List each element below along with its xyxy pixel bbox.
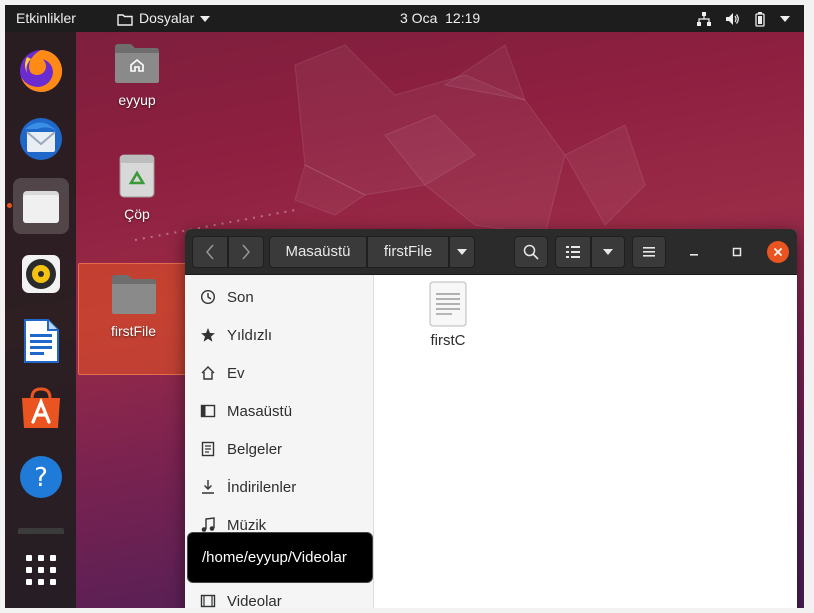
app-menu-label: Dosyalar bbox=[139, 10, 195, 26]
chevron-left-icon bbox=[206, 244, 214, 260]
desktop-icon bbox=[199, 402, 217, 420]
desktop-screen: Etkinlikler Dosyalar 3 Oca 12:19 ? eyyup… bbox=[5, 5, 804, 608]
sidebar-item-label: Ev bbox=[227, 364, 245, 382]
text-file-icon bbox=[429, 281, 467, 327]
search-icon bbox=[523, 244, 539, 260]
hamburger-menu-icon bbox=[643, 247, 655, 257]
app-grid-icon bbox=[26, 555, 56, 585]
sidebar-item-label: Yıldızlı bbox=[227, 326, 273, 344]
view-options-button[interactable] bbox=[591, 236, 625, 268]
chevron-down-icon bbox=[457, 249, 467, 255]
sidebar-item-documents[interactable]: Belgeler bbox=[185, 430, 374, 468]
maximize-icon bbox=[732, 247, 742, 257]
desktop-home-folder[interactable]: eyyup bbox=[101, 41, 173, 108]
svg-text:?: ? bbox=[34, 463, 48, 493]
path-segment-current[interactable]: firstFile bbox=[367, 236, 449, 268]
app-menu-button[interactable]: Dosyalar bbox=[117, 5, 211, 32]
network-icon bbox=[697, 11, 711, 26]
minimize-icon bbox=[690, 254, 698, 256]
activities-button[interactable]: Etkinlikler bbox=[16, 5, 76, 32]
sidebar-item-label: Son bbox=[227, 288, 254, 306]
search-button[interactable] bbox=[514, 236, 548, 268]
chevron-down-icon bbox=[780, 15, 790, 22]
document-writer-icon bbox=[24, 319, 59, 363]
home-icon bbox=[199, 364, 217, 382]
path-tooltip: /home/eyyup/Videolar bbox=[187, 532, 373, 583]
view-list-button[interactable] bbox=[555, 236, 591, 268]
dock-help[interactable]: ? bbox=[13, 449, 69, 505]
sidebar-item-label: Videolar bbox=[227, 592, 282, 609]
dock-thunderbird[interactable] bbox=[13, 111, 69, 167]
thunderbird-icon bbox=[20, 118, 62, 160]
maximize-button[interactable] bbox=[726, 241, 748, 263]
folder-icon bbox=[117, 13, 133, 26]
desktop-trash-label: Çöp bbox=[124, 206, 150, 222]
sidebar-item-recent[interactable]: Son bbox=[185, 278, 374, 316]
dock-ubuntu-software[interactable] bbox=[13, 381, 69, 437]
dock-libreoffice-writer[interactable] bbox=[13, 313, 69, 369]
sidebar-item-home[interactable]: Ev bbox=[185, 354, 374, 392]
dock-rhythmbox[interactable] bbox=[13, 246, 69, 302]
chevron-down-icon bbox=[603, 249, 613, 255]
back-button[interactable] bbox=[192, 236, 228, 268]
sidebar-item-label: Belgeler bbox=[227, 440, 283, 458]
desktop-home-label: eyyup bbox=[118, 92, 156, 108]
chevron-down-icon bbox=[200, 15, 211, 22]
chevron-right-icon bbox=[242, 244, 250, 260]
dock-files[interactable] bbox=[13, 178, 69, 234]
dock-firefox[interactable] bbox=[13, 43, 69, 99]
sidebar-item-label: Müzik bbox=[227, 516, 267, 534]
show-applications-button[interactable] bbox=[13, 542, 69, 598]
clock-time: 12:19 bbox=[445, 10, 481, 26]
top-bar: Etkinlikler Dosyalar 3 Oca 12:19 bbox=[5, 5, 804, 32]
sidebar-item-downloads[interactable]: İndirilenler bbox=[185, 468, 374, 506]
rhythmbox-icon bbox=[22, 255, 60, 293]
file-item[interactable]: firstC bbox=[418, 280, 478, 349]
minimize-button[interactable] bbox=[683, 241, 705, 263]
trash-icon bbox=[119, 154, 155, 198]
path-segment-desktop[interactable]: Masaüstü bbox=[269, 236, 367, 268]
star-icon bbox=[199, 326, 217, 344]
file-name: firstC bbox=[430, 332, 466, 349]
dock: ? bbox=[5, 32, 76, 608]
help-icon: ? bbox=[20, 456, 62, 498]
files-icon bbox=[23, 191, 59, 223]
header-bar: Masaüstü firstFile bbox=[185, 229, 797, 275]
volume-icon bbox=[726, 12, 739, 25]
dock-partial-item bbox=[18, 528, 64, 534]
sidebar-item-label: İndirilenler bbox=[227, 478, 297, 496]
sidebar-item-desktop[interactable]: Masaüstü bbox=[185, 392, 374, 430]
desktop-folder-label: firstFile bbox=[110, 323, 157, 339]
close-button[interactable] bbox=[767, 241, 789, 263]
running-indicator bbox=[7, 203, 12, 208]
software-store-icon bbox=[22, 387, 60, 428]
path-menu-button[interactable] bbox=[449, 236, 475, 268]
sidebar-item-starred[interactable]: Yıldızlı bbox=[185, 316, 374, 354]
folder-icon bbox=[111, 275, 156, 314]
clock-icon bbox=[199, 288, 217, 306]
video-icon bbox=[199, 592, 217, 608]
forward-button[interactable] bbox=[228, 236, 264, 268]
battery-icon bbox=[755, 11, 765, 27]
home-folder-icon bbox=[115, 44, 159, 83]
system-tray[interactable] bbox=[696, 5, 790, 32]
main-menu-button[interactable] bbox=[632, 236, 666, 268]
clock[interactable]: 3 Oca 12:19 bbox=[400, 5, 480, 32]
close-icon bbox=[773, 247, 783, 257]
download-icon bbox=[199, 478, 217, 496]
list-view-icon bbox=[566, 246, 580, 258]
sidebar-item-videos[interactable]: Videolar bbox=[185, 582, 374, 608]
sidebar-item-label: Masaüstü bbox=[227, 402, 293, 420]
desktop-trash[interactable]: Çöp bbox=[101, 153, 173, 222]
firefox-icon bbox=[20, 49, 63, 92]
clock-date: 3 Oca bbox=[400, 10, 438, 26]
document-icon bbox=[199, 440, 217, 458]
desktop-firstfile-folder[interactable]: firstFile bbox=[78, 263, 189, 375]
